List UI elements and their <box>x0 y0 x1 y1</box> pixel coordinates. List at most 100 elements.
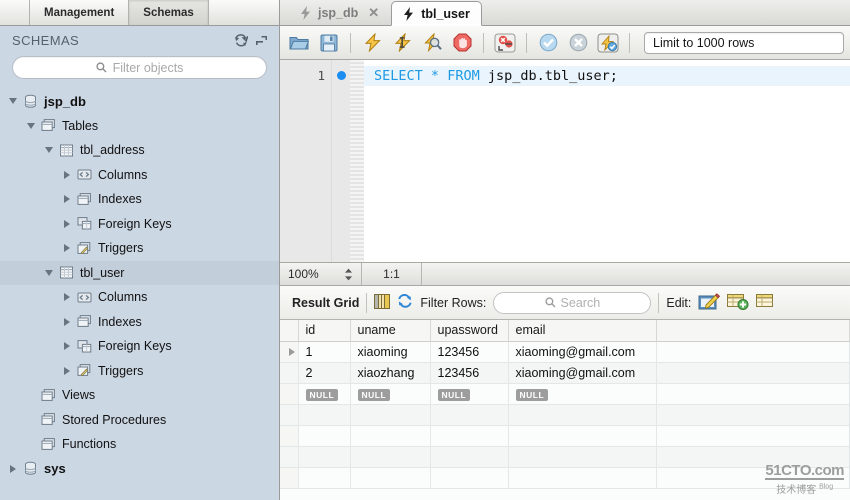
column-header-email[interactable]: email <box>508 320 657 342</box>
table-cell-empty[interactable] <box>350 467 431 489</box>
insert-row-button[interactable] <box>727 292 749 313</box>
row-selector-cell[interactable] <box>280 446 299 468</box>
tree-item-triggers[interactable]: Triggers <box>0 236 279 261</box>
chevron-right-icon[interactable] <box>60 342 74 351</box>
filter-objects-input[interactable]: Filter objects <box>12 56 267 79</box>
column-header-uname[interactable]: uname <box>350 320 431 342</box>
tree-item-tbl-user[interactable]: tbl_user <box>0 260 279 285</box>
column-header-upassword[interactable]: upassword <box>430 320 509 342</box>
commit-button[interactable] <box>535 30 561 56</box>
row-selector-cell[interactable] <box>280 404 299 426</box>
open-sql-script-button[interactable] <box>286 30 312 56</box>
chevron-right-icon[interactable] <box>6 464 20 473</box>
result-grid[interactable]: id uname upassword email 1 xiaoming 123456… <box>280 320 850 500</box>
table-row-empty[interactable] <box>280 467 850 489</box>
chevron-right-icon[interactable] <box>60 219 74 228</box>
table-cell-empty[interactable] <box>430 446 509 468</box>
toggle-stop-on-error-button[interactable] <box>492 30 518 56</box>
chevron-down-icon[interactable] <box>42 147 56 154</box>
sidebar-tab-schemas[interactable]: Schemas <box>129 0 209 25</box>
table-cell-empty[interactable] <box>350 404 431 426</box>
collapse-all-icon[interactable] <box>251 31 271 49</box>
table-cell-email[interactable]: xiaoming@gmail.com <box>508 362 657 384</box>
row-selector-cell[interactable] <box>280 341 299 363</box>
filter-rows-search-input[interactable]: Search <box>493 291 652 314</box>
table-cell-empty[interactable] <box>298 467 351 489</box>
editor-tab-jsp-db[interactable]: jsp_db ✕ <box>288 0 391 25</box>
table-row[interactable]: 1 xiaoming 123456 xiaoming@gmail.com <box>280 341 850 363</box>
chevron-right-icon[interactable] <box>60 195 74 204</box>
table-cell-upassword[interactable]: 123456 <box>430 362 509 384</box>
refresh-icon[interactable] <box>397 294 413 311</box>
table-row-empty[interactable] <box>280 425 850 447</box>
table-cell-uname[interactable]: NULL <box>350 383 431 405</box>
table-row[interactable]: 2 xiaozhang 123456 xiaoming@gmail.com <box>280 362 850 384</box>
tree-item-views[interactable]: Views <box>0 383 279 408</box>
stepper-icon[interactable] <box>344 268 353 281</box>
table-cell-empty[interactable] <box>430 425 509 447</box>
grid-view-icon[interactable] <box>374 293 391 312</box>
schema-tree[interactable]: jsp_db Tables tbl_address Columns Indexes For… <box>0 87 279 500</box>
delete-row-button[interactable] <box>756 292 776 313</box>
table-cell-empty[interactable] <box>350 446 431 468</box>
tree-item-tables[interactable]: Tables <box>0 114 279 139</box>
row-selector-cell[interactable] <box>280 362 299 384</box>
tree-item-foreign-keys[interactable]: Foreign Keys <box>0 334 279 359</box>
table-cell-empty[interactable] <box>508 404 657 426</box>
editor-code-area[interactable]: SELECT * FROM jsp_db.tbl_user; <box>364 60 850 262</box>
table-cell-empty[interactable] <box>430 467 509 489</box>
table-cell-empty[interactable] <box>298 404 351 426</box>
table-cell-empty[interactable] <box>430 404 509 426</box>
row-limit-select[interactable]: Limit to 1000 rows <box>644 31 844 54</box>
table-cell-email[interactable]: NULL <box>508 383 657 405</box>
tree-item-tbl-address[interactable]: tbl_address <box>0 138 279 163</box>
table-cell-empty[interactable] <box>298 446 351 468</box>
table-cell-upassword[interactable]: NULL <box>430 383 509 405</box>
chevron-right-icon[interactable] <box>60 293 74 302</box>
table-cell-empty[interactable] <box>298 425 351 447</box>
tree-item-triggers[interactable]: Triggers <box>0 359 279 384</box>
explain-query-button[interactable] <box>419 30 445 56</box>
autocommit-toggle-button[interactable] <box>595 30 621 56</box>
column-header-id[interactable]: id <box>298 320 351 342</box>
tree-item-jsp-db[interactable]: jsp_db <box>0 89 279 114</box>
sql-text-editor[interactable]: 1 SELECT * FROM jsp_db.tbl_user; <box>280 60 850 262</box>
close-icon[interactable]: ✕ <box>368 5 379 21</box>
table-cell-uname[interactable]: xiaozhang <box>350 362 431 384</box>
refresh-icon[interactable] <box>231 31 251 49</box>
breakpoint-dot-icon[interactable] <box>336 71 346 80</box>
table-cell-id[interactable]: NULL <box>298 383 351 405</box>
table-row-empty[interactable] <box>280 404 850 426</box>
chevron-right-icon[interactable] <box>60 317 74 326</box>
save-sql-script-button[interactable] <box>316 30 342 56</box>
row-selector-cell[interactable] <box>280 467 299 489</box>
execute-statement-button[interactable] <box>359 30 385 56</box>
tree-item-columns[interactable]: Columns <box>0 285 279 310</box>
rollback-button[interactable] <box>565 30 591 56</box>
table-cell-empty[interactable] <box>508 446 657 468</box>
sidebar-tab-management[interactable]: Management <box>30 0 130 25</box>
chevron-down-icon[interactable] <box>6 98 20 105</box>
chevron-down-icon[interactable] <box>24 122 38 129</box>
table-cell-upassword[interactable]: 123456 <box>430 341 509 363</box>
table-cell-email[interactable]: xiaoming@gmail.com <box>508 341 657 363</box>
stop-execution-button[interactable] <box>449 30 475 56</box>
tree-item-indexes[interactable]: Indexes <box>0 187 279 212</box>
tree-item-sys[interactable]: sys <box>0 457 279 482</box>
row-selector-cell[interactable] <box>280 383 299 405</box>
editor-marker-column[interactable] <box>332 60 350 262</box>
table-cell-uname[interactable]: xiaoming <box>350 341 431 363</box>
table-cell-empty[interactable] <box>350 425 431 447</box>
tree-item-stored-procedures[interactable]: Stored Procedures <box>0 408 279 433</box>
zoom-level-control[interactable]: 100% <box>280 263 362 285</box>
row-selector-cell[interactable] <box>280 425 299 447</box>
editor-tab-tbl-user[interactable]: tbl_user <box>391 1 482 26</box>
execute-current-button[interactable] <box>389 30 415 56</box>
chevron-down-icon[interactable] <box>42 269 56 276</box>
table-cell-empty[interactable] <box>508 467 657 489</box>
table-cell-id[interactable]: 2 <box>298 362 351 384</box>
chevron-right-icon[interactable] <box>60 170 74 179</box>
table-row[interactable]: NULL NULL NULL NULL <box>280 383 850 405</box>
edit-row-button[interactable] <box>698 292 721 314</box>
table-cell-empty[interactable] <box>508 425 657 447</box>
